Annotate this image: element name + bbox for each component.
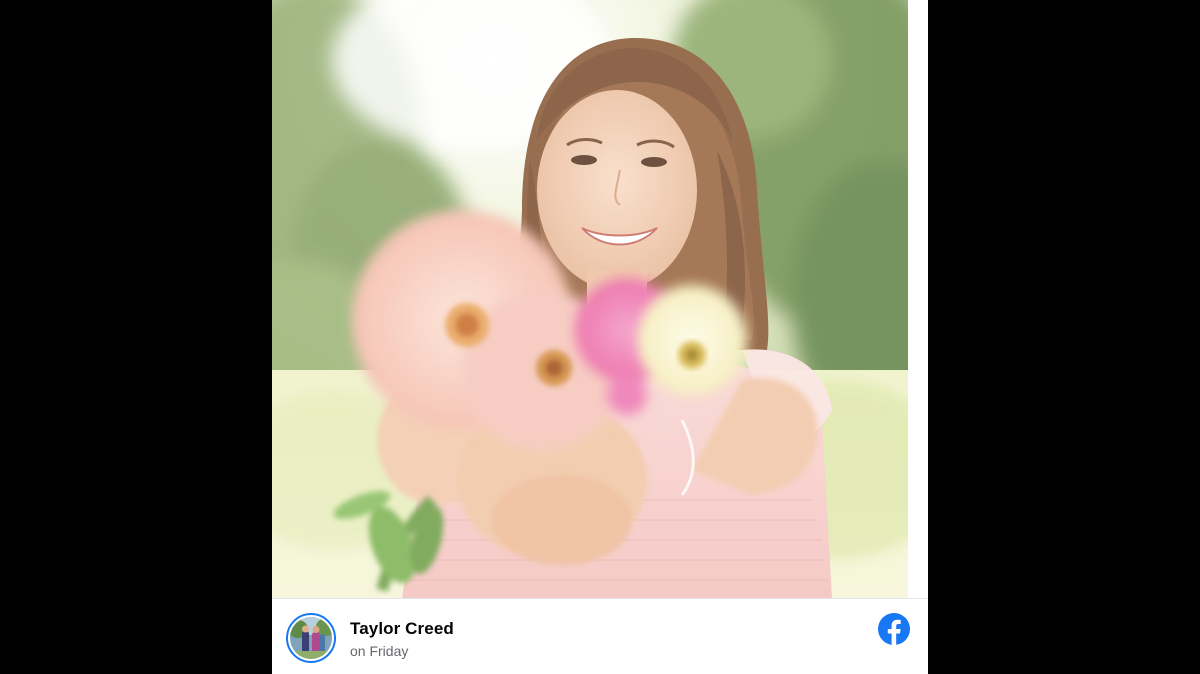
author-name[interactable]: Taylor Creed bbox=[350, 619, 454, 639]
post-footer: Taylor Creed on Friday bbox=[272, 598, 928, 674]
page: Taylor Creed on Friday bbox=[0, 0, 1200, 674]
post-photo[interactable] bbox=[272, 0, 908, 598]
author-avatar[interactable] bbox=[286, 613, 336, 663]
facebook-icon[interactable] bbox=[878, 613, 910, 645]
post-timestamp[interactable]: on Friday bbox=[350, 643, 408, 659]
post-card: Taylor Creed on Friday bbox=[272, 0, 928, 674]
avatar-image bbox=[290, 617, 332, 659]
